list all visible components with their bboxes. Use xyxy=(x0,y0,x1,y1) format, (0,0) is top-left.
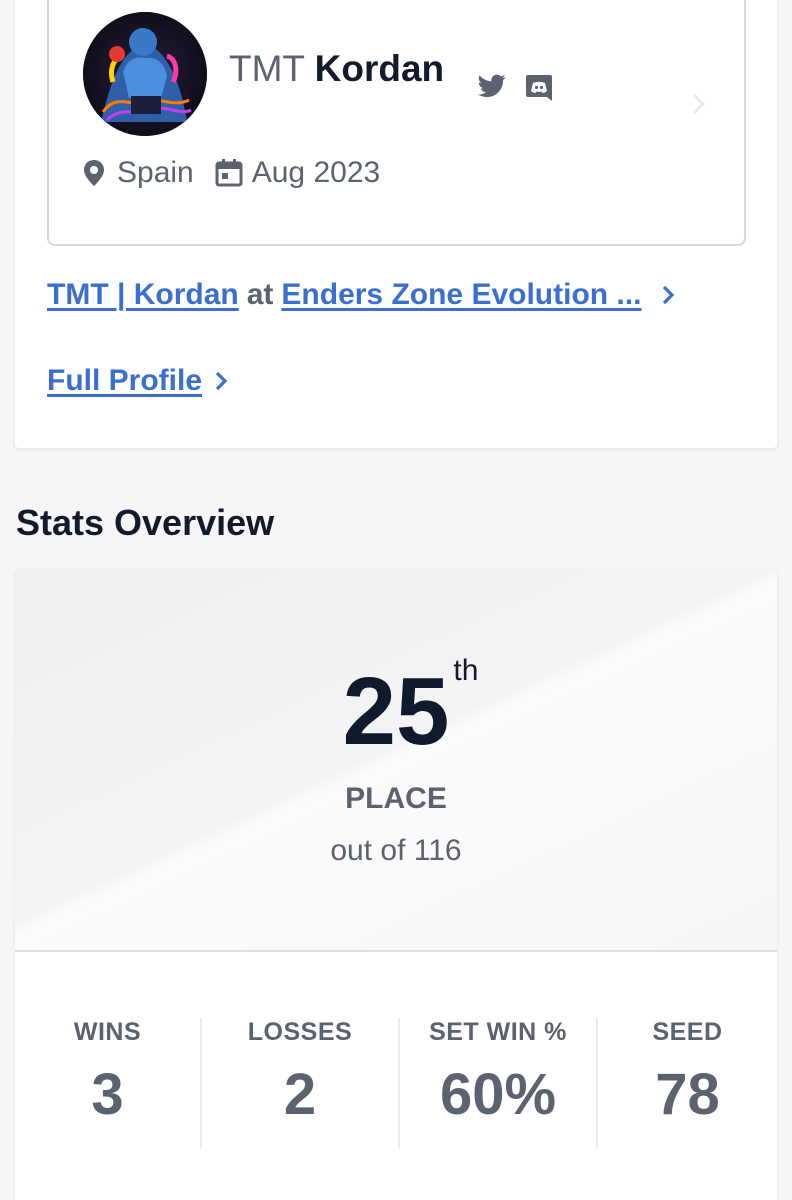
stats-row: WINS 3 LOSSES 2 SET WIN % 60% SEED 78 xyxy=(15,1018,777,1148)
stat-label: WINS xyxy=(73,1018,142,1046)
team-prefix: TMT xyxy=(229,48,305,89)
stat-value: 3 xyxy=(91,1062,124,1127)
stat-losses: LOSSES 2 xyxy=(200,1018,398,1148)
player-summary-card[interactable]: TMT Kordan Spain Aug 2023 xyxy=(47,0,746,246)
stat-wins: WINS 3 xyxy=(15,1018,200,1148)
stats-overview-card: 25 th PLACE out of 116 WINS 3 LOSSES 2 S… xyxy=(15,568,777,1200)
chevron-right-icon[interactable] xyxy=(689,92,709,116)
joined-date-text: Aug 2023 xyxy=(251,156,381,189)
place-label: PLACE xyxy=(345,782,447,815)
stat-label: SET WIN % xyxy=(429,1018,567,1046)
stat-label: LOSSES xyxy=(247,1018,353,1046)
placement-panel: 25 th PLACE out of 116 xyxy=(15,568,777,952)
placement-value: 25 xyxy=(342,658,450,765)
chevron-right-icon[interactable] xyxy=(661,283,677,307)
calendar-icon xyxy=(214,158,244,188)
stat-value: 2 xyxy=(283,1062,317,1127)
event-name-link[interactable]: Enders Zone Evolution ... xyxy=(281,278,641,312)
chevron-right-icon[interactable] xyxy=(214,369,230,393)
avatar[interactable] xyxy=(83,12,207,136)
entrant-count: out of 116 xyxy=(330,834,462,867)
full-profile-label[interactable]: Full Profile xyxy=(47,364,202,398)
event-entrant-link[interactable]: TMT | Kordan at Enders Zone Evolution ..… xyxy=(47,278,677,312)
placement-number: 25 th xyxy=(15,656,777,760)
full-profile-link[interactable]: Full Profile xyxy=(47,364,230,398)
profile-meta: Spain Aug 2023 xyxy=(79,156,400,190)
player-name: TMT Kordan xyxy=(229,48,444,90)
stat-label: SEED xyxy=(652,1018,723,1046)
stat-set-win-percent: SET WIN % 60% xyxy=(398,1018,596,1148)
placement-suffix: th xyxy=(453,654,479,687)
stat-value: 60% xyxy=(439,1062,557,1127)
stat-value: 78 xyxy=(655,1062,720,1127)
discord-icon[interactable] xyxy=(523,72,555,104)
entrant-name-link[interactable]: TMT | Kordan xyxy=(47,278,239,312)
event-link-connector: at xyxy=(246,278,274,311)
gamer-tag: Kordan xyxy=(314,48,445,89)
twitter-icon[interactable] xyxy=(477,72,507,100)
stats-overview-heading: Stats Overview xyxy=(16,502,275,543)
player-profile-card: TMT Kordan Spain Aug 2023 TMT | Kordan a… xyxy=(15,0,777,448)
stat-seed: SEED 78 xyxy=(596,1018,777,1148)
location-pin-icon xyxy=(79,158,109,188)
location-text: Spain xyxy=(117,156,194,189)
